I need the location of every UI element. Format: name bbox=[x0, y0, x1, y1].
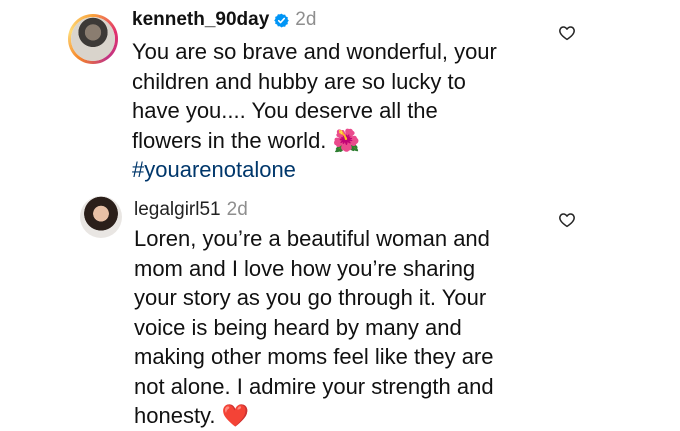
avatar[interactable] bbox=[68, 14, 118, 64]
verified-badge-icon bbox=[274, 13, 290, 27]
comment-body: You are so brave and wonderful, your chi… bbox=[132, 39, 497, 153]
avatar[interactable] bbox=[80, 196, 122, 238]
comment-header: legalgirl51 2d bbox=[134, 196, 248, 224]
comment-text: Loren, you’re a beautiful woman and mom … bbox=[134, 224, 564, 431]
comment-item: kenneth_90day 2d You are so brave and wo… bbox=[0, 0, 680, 190]
red-heart-emoji: ❤️ bbox=[221, 403, 250, 428]
hashtag-link[interactable]: #youarenotalone bbox=[132, 155, 562, 185]
username-link[interactable]: kenneth_90day bbox=[132, 9, 269, 31]
hibiscus-emoji: 🌺 bbox=[332, 127, 360, 153]
comment-body: Loren, you’re a beautiful woman and mom … bbox=[134, 226, 494, 428]
heart-outline-icon[interactable] bbox=[558, 24, 576, 42]
comment-header: kenneth_90day 2d bbox=[132, 6, 316, 34]
avatar-photo bbox=[71, 17, 115, 61]
timestamp[interactable]: 2d bbox=[295, 9, 316, 31]
heart-outline-icon[interactable] bbox=[558, 211, 576, 229]
comment-text: You are so brave and wonderful, your chi… bbox=[132, 37, 562, 185]
comment-item: legalgirl51 2d Loren, you’re a beautiful… bbox=[0, 190, 680, 428]
username-link[interactable]: legalgirl51 bbox=[134, 199, 221, 221]
timestamp[interactable]: 2d bbox=[227, 199, 248, 221]
